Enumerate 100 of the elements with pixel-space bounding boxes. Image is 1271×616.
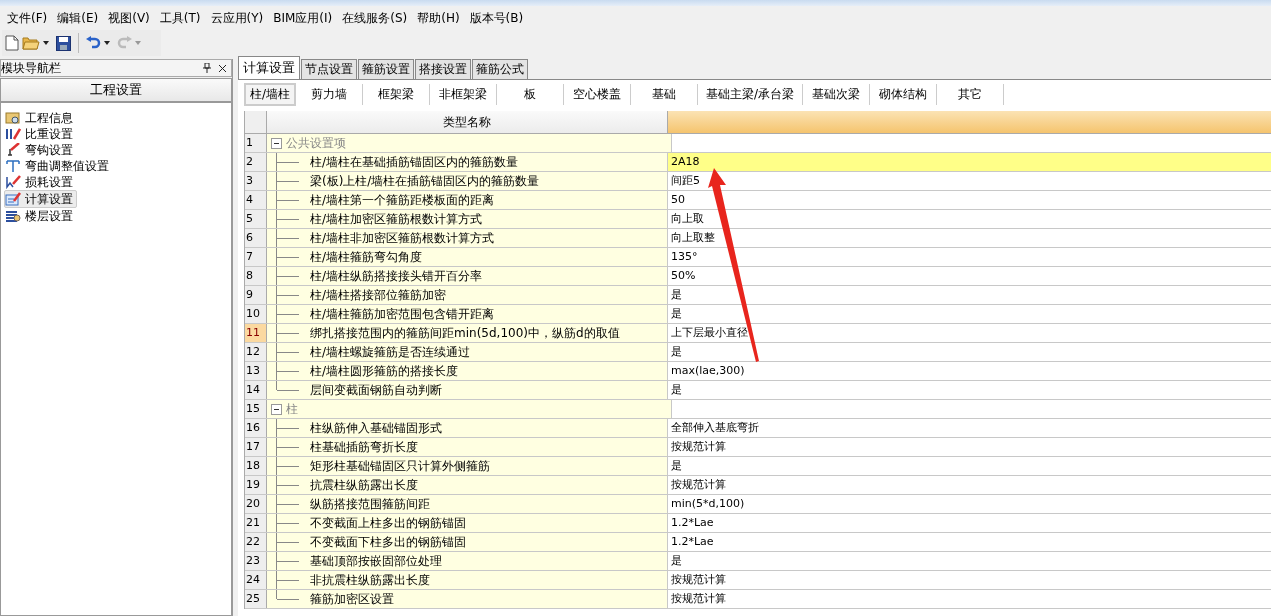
table-cell[interactable]: 50 (668, 191, 1271, 209)
row-number: 16 (245, 419, 267, 437)
setting-name: 柱/墙柱圆形箍筋的搭接长度 (310, 362, 459, 380)
nav-item[interactable]: 损耗设置 (5, 174, 76, 190)
setting-name: 纵筋搭接范围箍筋间距 (310, 495, 430, 513)
pin-icon[interactable] (203, 63, 211, 73)
row-number: 7 (245, 248, 267, 266)
setting-name: 柱/墙柱在基础插筋锚固区内的箍筋数量 (310, 153, 519, 171)
row-number: 15 (245, 400, 267, 418)
menu-item[interactable]: 云应用(Y) (205, 9, 269, 27)
row-number: 2 (245, 153, 267, 171)
tab[interactable]: 基础次梁 (803, 83, 871, 105)
table-cell[interactable]: 135° (668, 248, 1271, 266)
setting-name: 柱/墙柱第一个箍筋距楼板面的距离 (310, 191, 495, 209)
row-number: 3 (245, 172, 267, 190)
setting-name: 柱/墙柱螺旋箍筋是否连续通过 (310, 343, 471, 361)
table-cell[interactable]: 向上取 (668, 210, 1271, 228)
tab[interactable]: 框架梁 (363, 83, 431, 105)
save-icon[interactable] (56, 35, 71, 51)
nav-item[interactable]: 计算设置 (4, 190, 77, 208)
tab[interactable]: 箍筋设置 (358, 59, 414, 79)
menu-item[interactable]: 文件(F) (2, 9, 53, 27)
tab[interactable]: 搭接设置 (415, 59, 471, 79)
row-number: 14 (245, 381, 267, 399)
tab[interactable]: 空心楼盖 (564, 83, 632, 105)
setting-name: 箍筋加密区设置 (310, 590, 394, 608)
section-header[interactable]: 工程设置 (0, 78, 232, 102)
menu-item[interactable]: 帮助(H) (412, 9, 465, 27)
setting-name: 柱/墙柱箍筋加密范围包含错开距离 (310, 305, 495, 323)
nav-item[interactable]: 工程信息 (5, 110, 76, 126)
tab[interactable]: 箍筋公式 (472, 59, 528, 79)
table-cell[interactable]: 按规范计算 (668, 590, 1271, 608)
nav-item[interactable]: 楼层设置 (5, 208, 76, 224)
setting-name: 不变截面下柱多出的钢筋锚固 (310, 533, 466, 551)
tab[interactable]: 板 (497, 83, 565, 105)
menu-item[interactable]: BIM应用(I) (268, 9, 338, 27)
table-cell[interactable]: 间距5 (668, 172, 1271, 190)
setting-name: 柱/墙柱非加密区箍筋根数计算方式 (310, 229, 495, 247)
row-number: 9 (245, 286, 267, 304)
table-cell[interactable]: 是 (668, 381, 1271, 399)
table-cell[interactable]: 是 (668, 343, 1271, 361)
menu-item[interactable]: 编辑(E) (52, 9, 104, 27)
menu-item[interactable]: 工具(T) (154, 9, 206, 27)
table-cell[interactable]: 是 (668, 457, 1271, 475)
table-cell[interactable]: 2A18 (668, 153, 1271, 171)
column-header: 类型名称 (267, 111, 668, 133)
table-cell[interactable]: 1.2*Lae (668, 533, 1271, 551)
row-number: 21 (245, 514, 267, 532)
row-number: 23 (245, 552, 267, 570)
table-cell[interactable]: 按规范计算 (668, 571, 1271, 589)
tab[interactable]: 非框架梁 (430, 83, 498, 105)
row-number: 10 (245, 305, 267, 323)
tab[interactable]: 基础 (631, 83, 699, 105)
menu-item[interactable]: 版本号(B) (464, 9, 529, 27)
setting-name: 层间变截面钢筋自动判断 (310, 381, 442, 399)
table-cell[interactable]: 是 (668, 552, 1271, 570)
group-label: 公共设置项 (286, 134, 346, 152)
table-cell[interactable]: 1.2*Lae (668, 514, 1271, 532)
table-cell[interactable]: max(lae,300) (668, 362, 1271, 380)
row-number: 19 (245, 476, 267, 494)
tab[interactable]: 计算设置 (238, 56, 300, 79)
row-number: 25 (245, 590, 267, 608)
caret-icon[interactable] (104, 41, 110, 45)
table-cell[interactable]: 按规范计算 (668, 438, 1271, 456)
setting-name: 梁(板)上柱/墙柱在插筋锚固区内的箍筋数量 (310, 172, 540, 190)
table-cell[interactable]: 是 (668, 305, 1271, 323)
tab[interactable]: 剪力墙 (296, 83, 364, 105)
setting-name: 抗震柱纵筋露出长度 (310, 476, 418, 494)
table-cell[interactable]: 全部伸入基底弯折 (668, 419, 1271, 437)
tab[interactable]: 节点设置 (301, 59, 357, 79)
tab[interactable]: 砌体结构 (870, 83, 938, 105)
collapse-icon[interactable] (271, 403, 282, 415)
setting-name: 柱纵筋伸入基础锚固形式 (310, 419, 442, 437)
caret-icon[interactable] (43, 41, 49, 45)
menu-item[interactable]: 在线服务(S) (337, 9, 413, 27)
close-icon[interactable] (218, 63, 227, 73)
tab[interactable]: 柱/墙柱 (244, 82, 297, 106)
undo-icon[interactable] (86, 36, 101, 50)
tab[interactable]: 基础主梁/承台梁 (698, 83, 804, 105)
table-cell[interactable]: 按规范计算 (668, 476, 1271, 494)
group-label: 柱 (286, 400, 298, 418)
table-cell[interactable]: 上下层最小直径 (668, 324, 1271, 342)
nav-item[interactable]: 比重设置 (5, 126, 76, 142)
row-number: 6 (245, 229, 267, 247)
setting-name: 矩形柱基础锚固区只计算外侧箍筋 (310, 457, 490, 475)
row-number: 8 (245, 267, 267, 285)
table-cell[interactable]: 向上取整 (668, 229, 1271, 247)
nav-item[interactable]: 弯曲调整值设置 (5, 158, 112, 174)
table-cell[interactable]: 50% (668, 267, 1271, 285)
tab[interactable]: 其它 (937, 83, 1005, 105)
collapse-icon[interactable] (271, 137, 282, 149)
setting-name: 柱基础插筋弯折长度 (310, 438, 418, 456)
table-cell[interactable]: min(5*d,100) (668, 495, 1271, 513)
setting-name: 绑扎搭接范围内的箍筋间距min(5d,100)中，纵筋d的取值 (310, 324, 620, 342)
nav-item[interactable]: 弯钩设置 (5, 142, 76, 158)
row-number: 18 (245, 457, 267, 475)
new-file-icon[interactable] (5, 35, 19, 51)
row-number: 11 (245, 324, 267, 342)
menu-item[interactable]: 视图(V) (103, 9, 155, 27)
table-cell[interactable]: 是 (668, 286, 1271, 304)
